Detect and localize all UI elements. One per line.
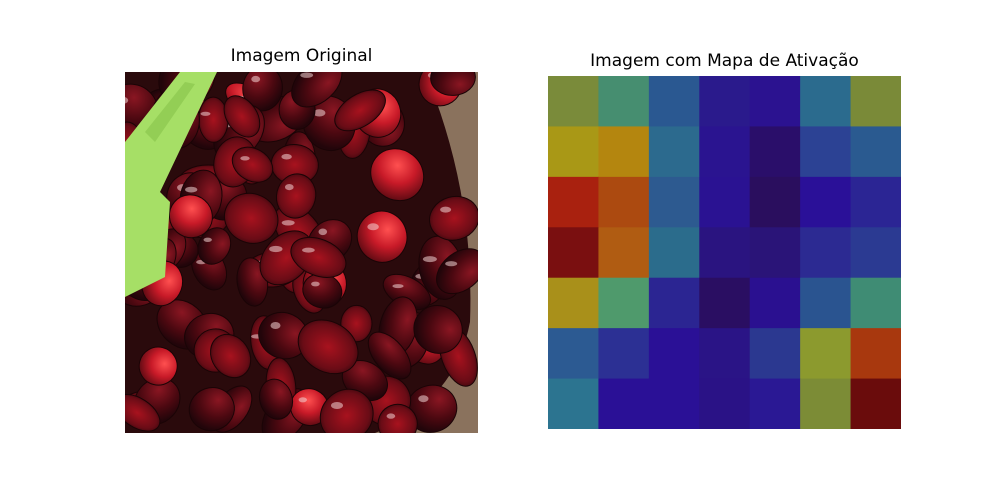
heatmap-cell-r0-c1 bbox=[598, 76, 650, 127]
heatmap-cell-r3-c0 bbox=[548, 227, 599, 279]
heatmap-cell-r5-c3 bbox=[699, 328, 751, 380]
heatmap-cell-r0-c2 bbox=[648, 76, 700, 127]
heatmap-cell-r4-c1 bbox=[598, 277, 650, 329]
heatmap-cell-r0-c4 bbox=[749, 76, 801, 127]
activation-map-title: Imagem com Mapa de Ativação bbox=[590, 51, 859, 71]
heatmap-cell-r6-c5 bbox=[800, 378, 852, 429]
heatmap-cell-r3-c2 bbox=[648, 227, 700, 279]
heatmap-cell-r2-c4 bbox=[749, 176, 801, 228]
heatmap-cell-r3-c6 bbox=[850, 227, 901, 279]
heatmap-cell-r2-c5 bbox=[800, 176, 852, 228]
heatmap-cell-r6-c3 bbox=[699, 378, 751, 429]
heatmap-cell-r3-c1 bbox=[598, 227, 650, 279]
heatmap-cell-r5-c0 bbox=[548, 328, 599, 380]
heatmap-cell-r0-c5 bbox=[800, 76, 852, 127]
heatmap-cell-r1-c0 bbox=[548, 126, 599, 178]
heatmap-cell-r6-c4 bbox=[749, 378, 801, 429]
heatmap-cell-r4-c6 bbox=[850, 277, 901, 329]
heatmap-cell-r4-c3 bbox=[699, 277, 751, 329]
heatmap-cell-r1-c5 bbox=[800, 126, 852, 178]
heatmap-cell-r2-c3 bbox=[699, 176, 751, 228]
heatmap-cell-r4-c4 bbox=[749, 277, 801, 329]
heatmap-cell-r4-c5 bbox=[800, 277, 852, 329]
heatmap-cell-r5-c4 bbox=[749, 328, 801, 380]
original-image-title: Imagem Original bbox=[230, 46, 373, 66]
heatmap-cell-r1-c6 bbox=[850, 126, 901, 178]
heatmap-cell-r1-c1 bbox=[598, 126, 650, 178]
heatmap-cell-r6-c6 bbox=[850, 378, 901, 429]
heatmap-cell-r2-c6 bbox=[850, 176, 901, 228]
heatmap-cell-r5-c5 bbox=[800, 328, 852, 380]
heatmap-cell-r2-c1 bbox=[598, 176, 650, 228]
heatmap-cell-r0-c6 bbox=[850, 76, 901, 127]
heatmap-cell-r0-c3 bbox=[699, 76, 751, 127]
heatmap-cell-r1-c4 bbox=[749, 126, 801, 178]
heatmap-cell-r2-c2 bbox=[648, 176, 700, 228]
heatmap-cell-r4-c2 bbox=[648, 277, 700, 329]
activation-map bbox=[548, 76, 901, 429]
heatmap-cell-r3-c3 bbox=[699, 227, 751, 279]
heatmap-cell-r1-c3 bbox=[699, 126, 751, 178]
original-image bbox=[125, 72, 478, 433]
heatmap-cell-r5-c1 bbox=[598, 328, 650, 380]
heatmap-cell-r5-c2 bbox=[648, 328, 700, 380]
heatmap-cell-r3-c4 bbox=[749, 227, 801, 279]
heatmap-cell-r6-c0 bbox=[548, 378, 599, 429]
heatmap-cell-r6-c1 bbox=[598, 378, 650, 429]
heatmap-cell-r2-c0 bbox=[548, 176, 599, 228]
heatmap-cell-r1-c2 bbox=[648, 126, 700, 178]
heatmap-cell-r3-c5 bbox=[800, 227, 852, 279]
heatmap-cell-r5-c6 bbox=[850, 328, 901, 380]
heatmap-cell-r0-c0 bbox=[548, 76, 599, 127]
heatmap-cell-r4-c0 bbox=[548, 277, 599, 329]
heatmap-cell-r6-c2 bbox=[648, 378, 700, 429]
